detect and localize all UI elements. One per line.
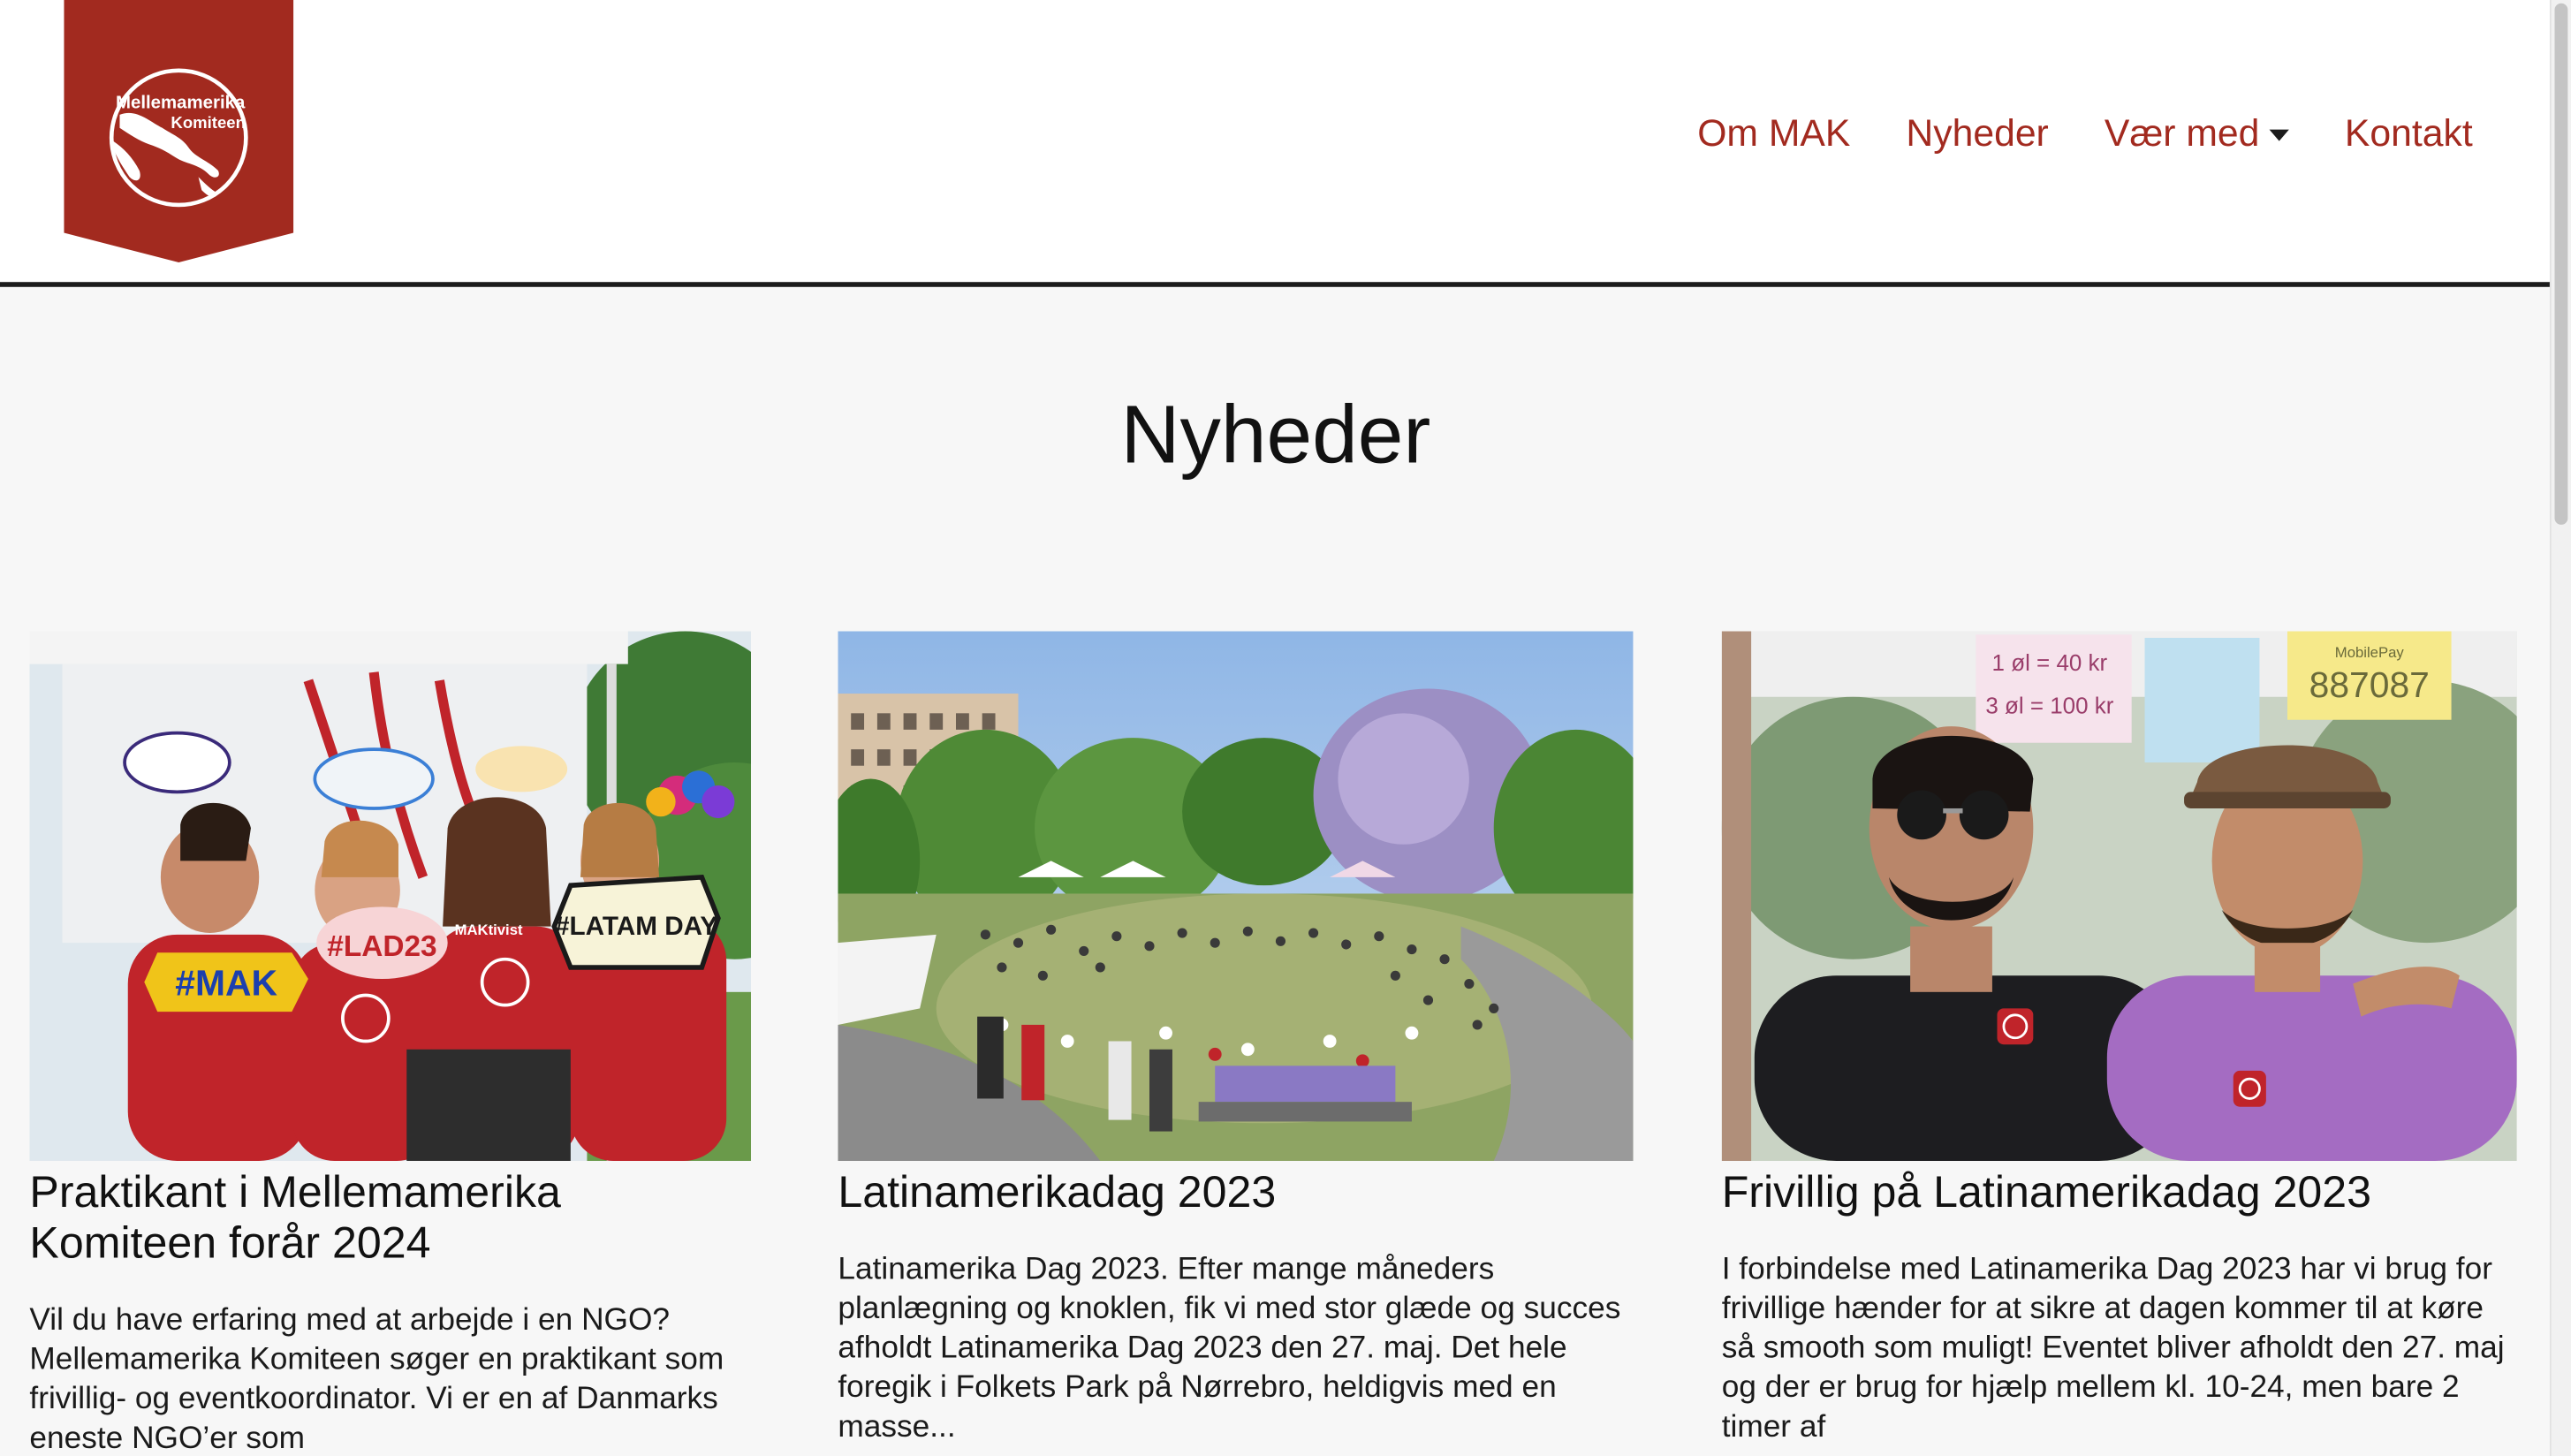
article-image[interactable]: [838, 631, 1634, 1161]
svg-text:1 øl = 40 kr: 1 øl = 40 kr: [1992, 649, 2108, 676]
svg-text:Komiteen: Komiteen: [171, 113, 246, 132]
nav-item-label: Vær med: [2104, 111, 2260, 155]
caret-down-icon[interactable]: [2269, 129, 2289, 141]
nav-item-nyheder[interactable]: Nyheder: [1906, 111, 2048, 155]
nav-item-label: Nyheder: [1906, 111, 2049, 155]
svg-text:MobilePay: MobilePay: [2335, 644, 2405, 661]
scrollbar-thumb[interactable]: [2554, 3, 2568, 525]
svg-text:#LATAM DAY: #LATAM DAY: [555, 912, 717, 941]
nav-item-vaer-med[interactable]: Vær med: [2105, 111, 2289, 155]
photo-two-volunteers-image: 1 øl = 40 kr 3 øl = 100 kr MobilePay 887…: [1721, 631, 2517, 1161]
article-title[interactable]: Frivillig på Latinamerikadag 2023: [1722, 1167, 2517, 1218]
main-nav: Om MAK Nyheder Vær med Kontakt: [1697, 111, 2472, 155]
site-logo[interactable]: Mellemamerika Komiteen: [64, 0, 294, 262]
article-excerpt: Latinamerika Dag 2023. Efter mange måned…: [838, 1252, 1621, 1445]
svg-text:MAKtivist: MAKtivist: [455, 921, 523, 938]
article-image[interactable]: #MAK #LAD23 #LATAM DAY MAKtivist: [29, 631, 752, 1161]
svg-text:#MAK: #MAK: [175, 963, 277, 1004]
page-scrollbar[interactable]: [2549, 0, 2571, 1456]
article-excerpt: I forbindelse med Latinamerika Dag 2023 …: [1721, 1252, 2505, 1445]
site-header: Mellemamerika Komiteen Om MAK Nyheder Væ…: [0, 0, 2552, 287]
page-title: Nyheder: [1120, 388, 1431, 481]
svg-text:3 øl = 100 kr: 3 øl = 100 kr: [1985, 692, 2113, 718]
article-title[interactable]: Praktikant i Mellemamerika Komiteen forå…: [29, 1167, 751, 1269]
article-card: Latinamerikadag 2023 Latinamerika Dag 20…: [838, 631, 1634, 1448]
article-title[interactable]: Latinamerikadag 2023: [838, 1167, 1633, 1218]
photo-volunteers-image: #MAK #LAD23 #LATAM DAY MAKtivist: [29, 631, 752, 1161]
logo-banner-icon: Mellemamerika Komiteen: [64, 0, 294, 262]
photo-park-crowd-image: [838, 631, 1634, 1161]
svg-text:887087: 887087: [2309, 664, 2430, 705]
svg-text:Mellemamerika: Mellemamerika: [116, 93, 246, 112]
article-excerpt: Vil du have erfaring med at arbejde i en…: [29, 1303, 724, 1456]
nav-item-om-mak[interactable]: Om MAK: [1697, 111, 1850, 155]
browser-viewport: Mellemamerika Komiteen Om MAK Nyheder Væ…: [0, 0, 2571, 1456]
nav-item-kontakt[interactable]: Kontakt: [2345, 111, 2473, 155]
nav-item-label: Om MAK: [1697, 111, 1851, 155]
svg-text:#LAD23: #LAD23: [327, 930, 436, 963]
article-card: #MAK #LAD23 #LATAM DAY MAKtivist Praktik…: [29, 631, 752, 1456]
nav-item-label: Kontakt: [2344, 111, 2473, 155]
article-card: 1 øl = 40 kr 3 øl = 100 kr MobilePay 887…: [1721, 631, 2517, 1448]
article-image[interactable]: 1 øl = 40 kr 3 øl = 100 kr MobilePay 887…: [1721, 631, 2517, 1161]
